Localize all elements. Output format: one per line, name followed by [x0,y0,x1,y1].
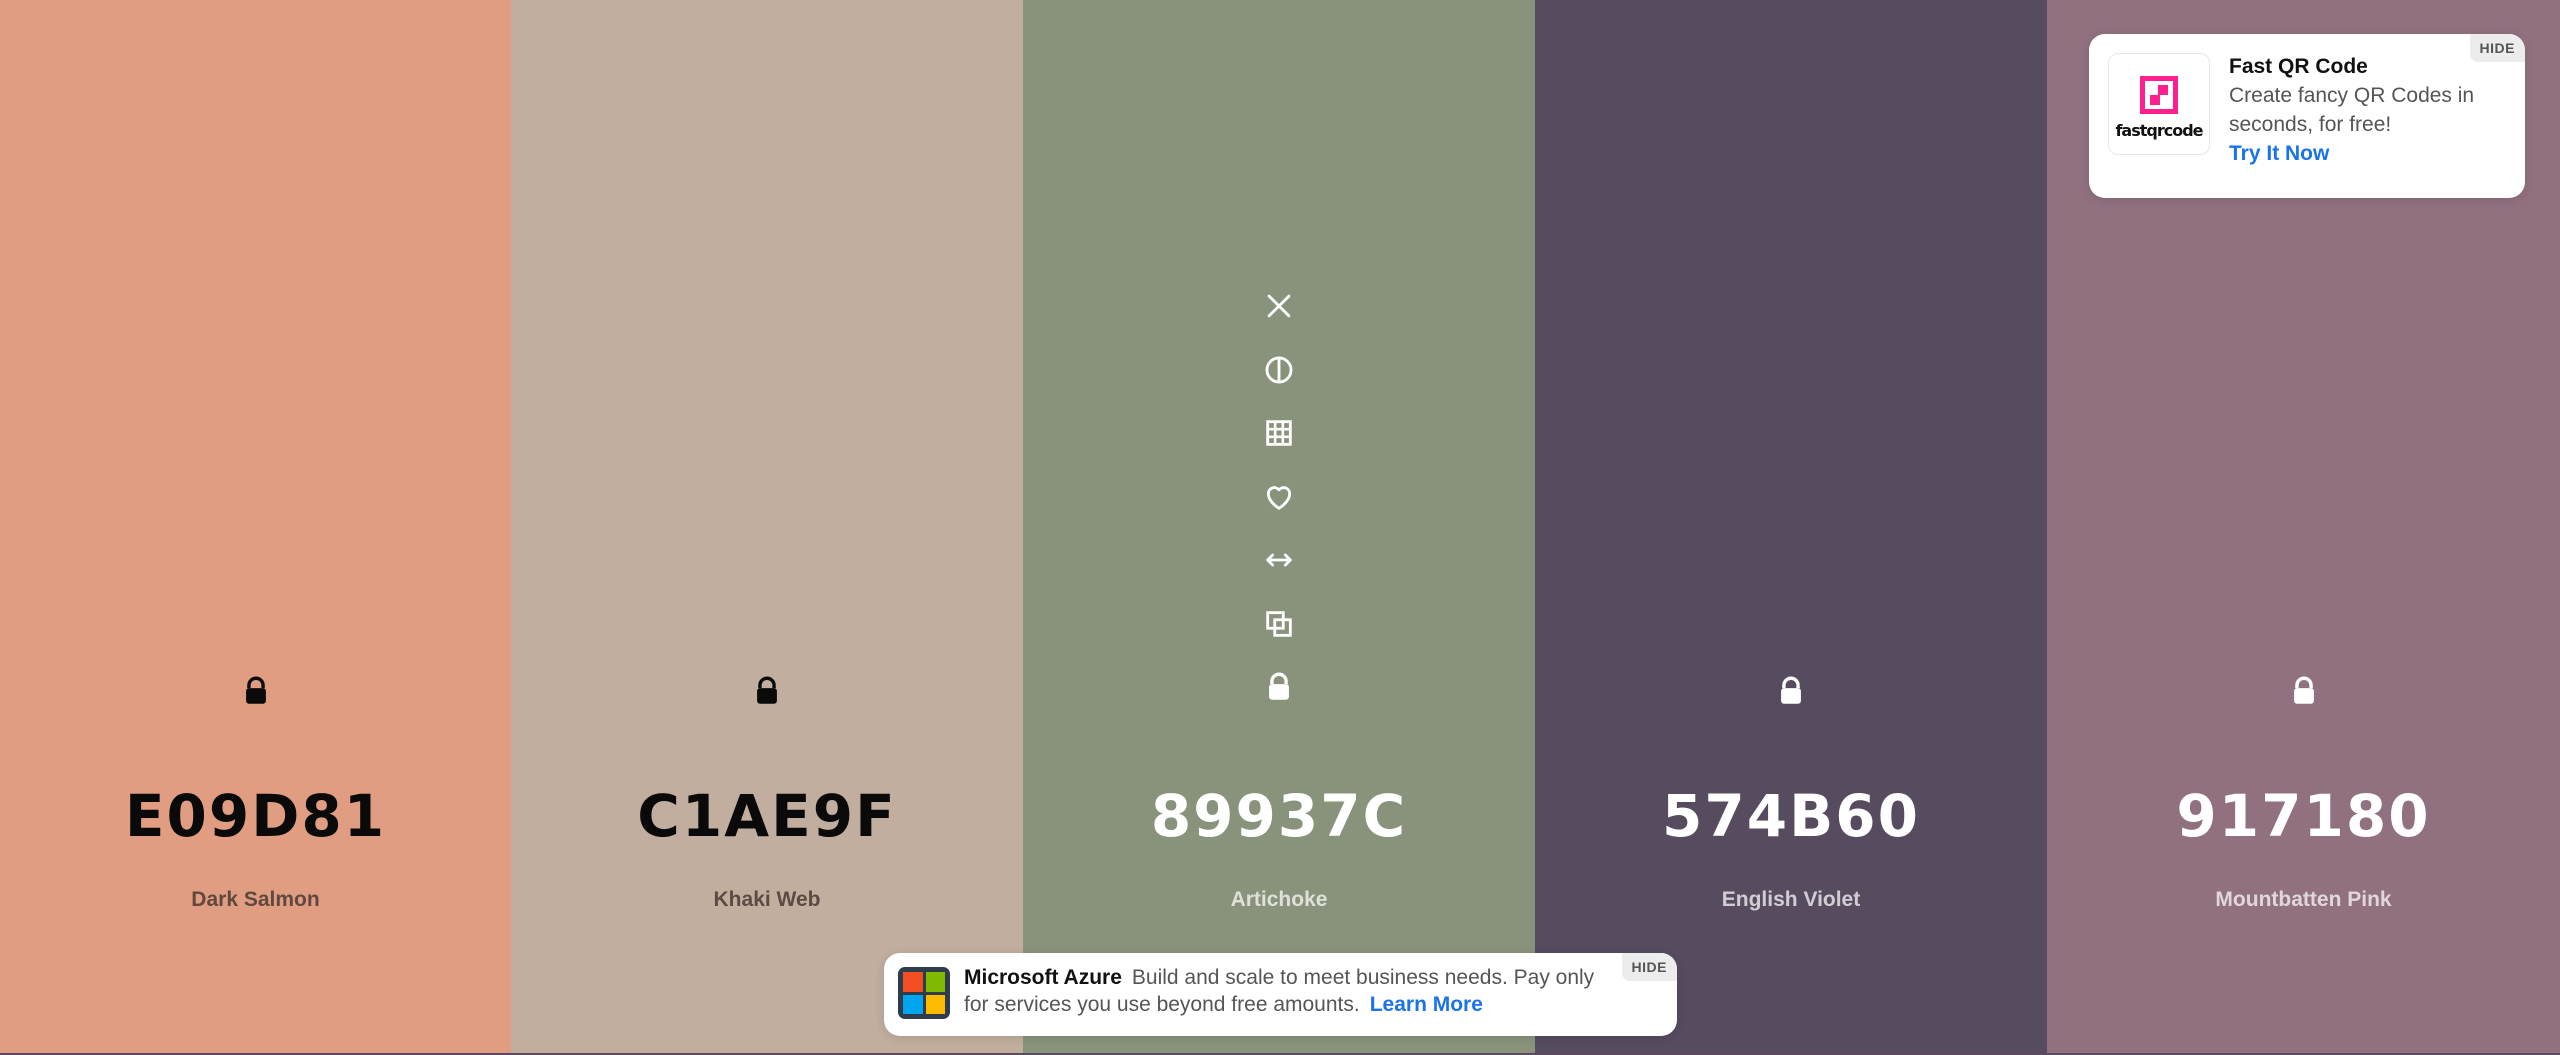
fastqrcode-logo[interactable]: fastqrcode [2108,53,2210,155]
color-hex[interactable]: 917180 [2047,782,2560,850]
heart-icon[interactable] [1258,476,1300,518]
color-column-4[interactable]: 574B60 English Violet [1535,0,2047,1053]
color-name[interactable]: English Violet [1535,888,2047,912]
color-hex[interactable]: 574B60 [1535,782,2047,850]
ad-text: Microsoft Azure Build and scale to meet b… [964,964,1614,1018]
try-it-now-link[interactable]: Try It Now [2229,139,2509,168]
lock-icon[interactable] [746,670,788,712]
color-name[interactable]: Mountbatten Pink [2047,888,2560,912]
color-name[interactable]: Artichoke [1023,888,1535,912]
lock-icon[interactable] [1770,670,1812,712]
contrast-icon[interactable] [1258,349,1300,391]
qr-code-ad[interactable]: HIDE fastqrcode Fast QR Code Create fanc… [2089,34,2525,198]
color-name[interactable]: Khaki Web [511,888,1023,912]
qr-logo-icon [2140,75,2178,114]
microsoft-logo-icon[interactable] [898,967,950,1019]
ad-title[interactable]: Fast QR Code [2229,52,2509,81]
color-column-2[interactable]: C1AE9F Khaki Web [511,0,1023,1053]
lock-icon[interactable] [235,670,277,712]
close-icon[interactable] [1258,285,1300,327]
copy-icon[interactable] [1258,603,1300,645]
color-column-1[interactable]: E09D81 Dark Salmon [0,0,511,1053]
color-column-3[interactable]: 89937C Artichoke [1023,0,1535,1053]
color-hex[interactable]: E09D81 [0,782,511,850]
swap-arrows-icon[interactable] [1258,539,1300,581]
color-hex[interactable]: 89937C [1023,782,1535,850]
ad-description: Create fancy QR Codes in seconds, for fr… [2229,84,2475,136]
learn-more-link[interactable]: Learn More [1370,993,1483,1016]
lock-icon[interactable] [2283,670,2325,712]
hide-ad-button[interactable]: HIDE [1621,953,1677,981]
ad-text: Fast QR Code Create fancy QR Codes in se… [2229,52,2509,168]
lock-icon[interactable] [1258,666,1300,708]
color-name[interactable]: Dark Salmon [0,888,511,912]
logo-wordmark: fastqrcode [2115,120,2203,140]
color-tools [1023,285,1535,708]
ad-title[interactable]: Microsoft Azure [964,966,1122,989]
azure-ad[interactable]: HIDE Microsoft Azure Build and scale to m… [884,953,1677,1036]
grid-icon[interactable] [1258,412,1300,454]
color-hex[interactable]: C1AE9F [511,782,1023,850]
